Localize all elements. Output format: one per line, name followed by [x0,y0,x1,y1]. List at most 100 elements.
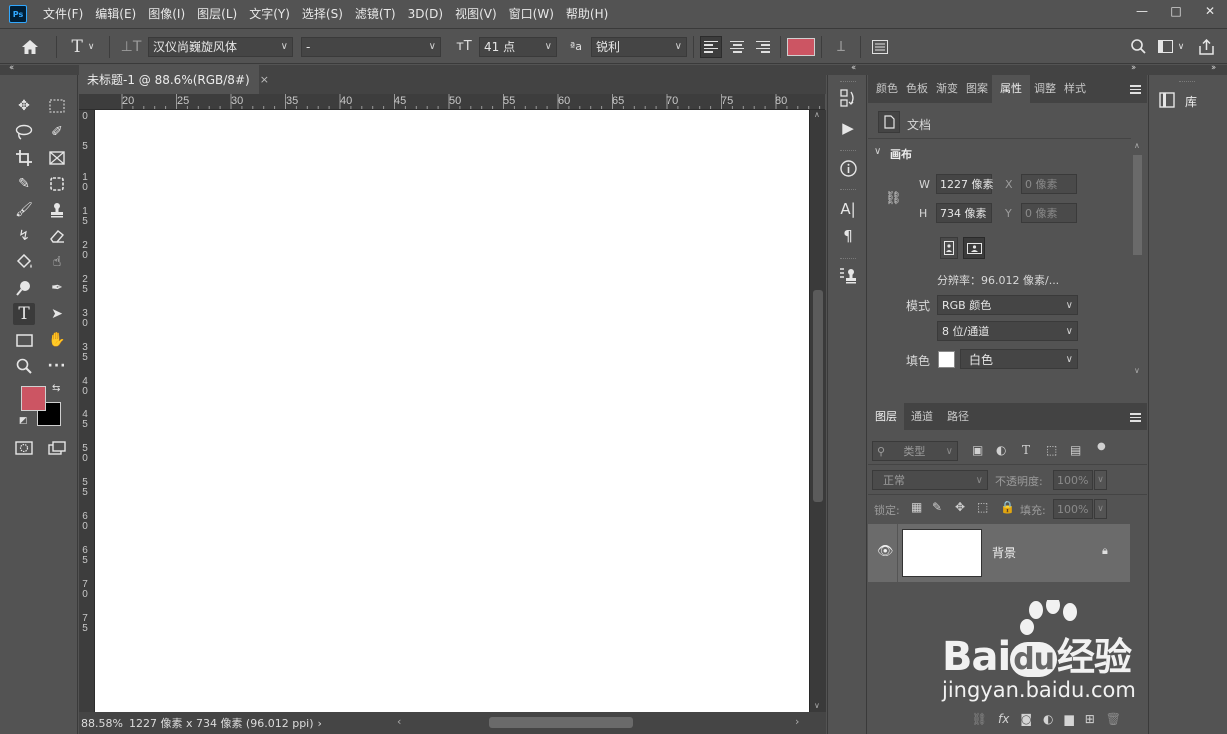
eye-visibility-icon[interactable]: 👁 [877,544,894,559]
smudge-tool[interactable]: ☝ [46,251,68,273]
close-window-button[interactable]: ✕ [1193,0,1227,22]
link-icon[interactable]: ⛓ [885,191,902,206]
filter-smart-object-icon[interactable]: ▤ [1070,443,1081,457]
swap-colors-icon[interactable]: ⇆ [52,383,60,394]
path-selection-tool[interactable]: ➤ [46,303,68,325]
bit-depth-select[interactable]: 8 位/通道 ∨ [937,321,1078,341]
layer-filter-select[interactable]: ⚲ 类型 ∨ [872,441,958,461]
properties-scroll-thumb[interactable] [1133,155,1142,255]
patch-tool[interactable] [46,173,68,195]
paragraph-panel-button[interactable]: ¶ [836,225,860,247]
tab-layers[interactable]: 图层 [868,403,904,430]
blend-mode-select[interactable]: 正常 ∨ [872,470,988,490]
align-right-button[interactable] [752,36,774,58]
properties-scrollbar[interactable]: ∧ ∨ [1132,141,1144,375]
landscape-orientation-button[interactable] [963,237,985,259]
history-brush-tool[interactable]: ↯ [13,225,35,247]
trash-icon[interactable]: 🗑︎ [1106,712,1121,726]
tab-adjustments[interactable]: 调整 [1030,75,1060,103]
opacity-field[interactable]: 100% [1053,470,1093,490]
chevron-down-icon[interactable]: ∨ [1094,499,1107,519]
tab-styles[interactable]: 样式 [1060,75,1090,103]
hand-tool[interactable]: ✋ [46,329,68,351]
tool-presets-panel-button[interactable] [836,265,860,287]
x-field[interactable]: 0 像素 [1021,174,1077,194]
menu-view[interactable]: 视图(V) [449,0,503,29]
brush-tool[interactable]: 🖌 [13,199,35,221]
paint-bucket-tool[interactable] [13,251,35,273]
scroll-right-icon[interactable]: › [795,715,799,728]
lock-all-icon[interactable]: 🔒 [1000,500,1015,514]
screen-mode-button[interactable] [46,437,68,459]
zoom-level[interactable]: 88.58% [81,717,123,730]
fill-select[interactable]: 白色 ∨ [960,349,1078,369]
character-panel-button[interactable] [867,34,893,60]
tab-channels[interactable]: 通道 [904,403,940,430]
layer-row[interactable]: 👁 背景 🔒︎ [868,524,1130,582]
character-panel-button[interactable]: A| [836,198,860,220]
status-menu-arrow[interactable]: › [318,717,322,730]
scroll-left-icon[interactable]: ‹ [397,715,401,728]
font-size-select[interactable]: 41 点 ∨ [479,36,557,57]
menu-type[interactable]: 文字(Y) [243,0,296,29]
expand-panel-icon[interactable]: ›› [1131,63,1136,73]
dodge-tool[interactable] [13,277,35,299]
horizontal-scrollbar[interactable]: ‹ › [397,715,809,730]
menu-image[interactable]: 图像(I) [142,0,191,29]
y-field[interactable]: 0 像素 [1021,203,1077,223]
tab-properties[interactable]: 属性 [992,75,1030,103]
quick-mask-button[interactable] [13,437,35,459]
lasso-tool[interactable] [13,121,35,143]
panel-menu-icon[interactable] [1130,413,1141,422]
marquee-tool[interactable] [46,95,68,117]
vertical-scroll-thumb[interactable] [813,290,823,502]
tab-patterns[interactable]: 图案 [962,75,992,103]
quick-selection-tool[interactable]: ✐ [46,121,68,143]
type-tool[interactable]: T [13,303,35,325]
width-field[interactable]: 1227 像素 [936,174,994,194]
search-button[interactable] [1125,34,1151,60]
chevron-down-icon[interactable]: ∨ [874,146,881,157]
new-layer-icon[interactable]: ⊞ [1085,712,1095,726]
align-left-button[interactable] [700,35,722,58]
menu-help[interactable]: 帮助(H) [560,0,614,29]
adjustment-layer-icon[interactable]: ◐ [1043,712,1053,726]
antialias-select[interactable]: 锐利 ∨ [591,36,687,57]
filter-pixel-icon[interactable]: ▣ [972,443,983,457]
menu-edit[interactable]: 编辑(E) [89,0,142,29]
scroll-up-icon[interactable]: ∧ [1134,141,1140,150]
scroll-down-icon[interactable]: ∨ [814,701,820,710]
menu-filter[interactable]: 滤镜(T) [349,0,402,29]
foreground-color-swatch[interactable] [21,386,46,411]
minimize-button[interactable]: — [1125,0,1159,22]
collapse-toolbar-icon[interactable]: ‹‹ [9,63,14,73]
link-layers-icon[interactable]: ⛓ [972,712,987,726]
restore-button[interactable]: □ [1159,0,1193,22]
height-field[interactable]: 734 像素 [936,203,992,223]
workspace-switcher[interactable]: ∨ [1151,34,1191,60]
filter-adjustment-icon[interactable]: ◐ [996,443,1006,457]
filter-shape-icon[interactable]: ⬚ [1046,443,1057,457]
menu-select[interactable]: 选择(S) [296,0,349,29]
lock-transparent-icon[interactable]: ▦ [911,500,922,514]
crop-tool[interactable] [13,147,35,169]
fill-color-swatch[interactable] [938,351,955,368]
zoom-tool[interactable] [13,355,35,377]
eyedropper-tool[interactable]: ✎ [13,173,35,195]
add-mask-icon[interactable]: ◙ [1020,712,1032,726]
info-panel-button[interactable] [836,157,860,179]
libraries-panel-collapsed[interactable]: 库 [1148,75,1227,734]
filter-toggle-icon[interactable]: ● [1097,441,1106,452]
horizontal-scroll-thumb[interactable] [489,717,633,728]
align-center-button[interactable] [726,36,748,58]
lock-artboard-icon[interactable]: ⬚ [977,500,988,514]
pen-tool[interactable]: ✒ [46,277,68,299]
text-color-swatch[interactable] [787,37,815,56]
tab-gradients[interactable]: 渐变 [932,75,962,103]
portrait-orientation-button[interactable] [940,237,958,259]
warp-text-button[interactable]: Ʇ [828,34,854,60]
fill-opacity-field[interactable]: 100% [1053,499,1093,519]
actions-panel-button[interactable]: ▶ [836,117,860,139]
collapse-dock-icon[interactable]: ‹‹ [851,63,856,73]
tab-paths[interactable]: 路径 [940,403,976,430]
